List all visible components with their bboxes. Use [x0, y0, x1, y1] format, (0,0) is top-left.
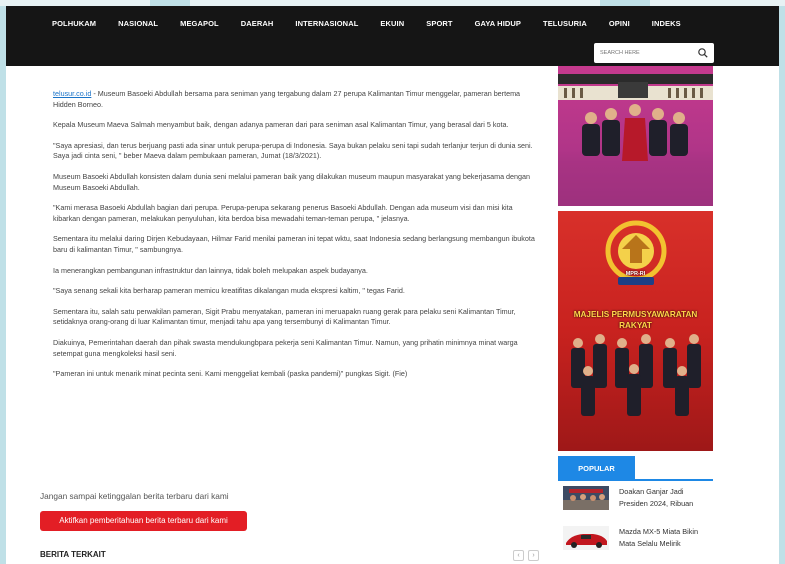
tab-popular[interactable]: POPULAR	[558, 456, 635, 481]
related-next-button[interactable]: ›	[528, 550, 539, 561]
article-paragraph: "Kami merasa Basoeki Abdullah bagian dar…	[53, 203, 513, 223]
ad-banner-mpr[interactable]: MAJELIS PERMUSYAWARATAN RAKYAT MPR-RI	[558, 211, 713, 451]
nav-ekuin[interactable]: EKUIN	[380, 19, 404, 28]
nav-opini[interactable]: OPINI	[609, 19, 630, 28]
nav-sport[interactable]: SPORT	[426, 19, 452, 28]
article-paragraph-text: - Museum Basoeki Abdullah bersama para s…	[53, 89, 521, 109]
ad-banner-top[interactable]	[558, 66, 713, 206]
mpr-title: MAJELIS PERMUSYAWARATAN RAKYAT	[573, 310, 698, 330]
nav-telusuria[interactable]: TELUSURIA	[543, 19, 587, 28]
nav-nasional[interactable]: NASIONAL	[118, 19, 158, 28]
popular-thumbnail	[563, 486, 609, 510]
ad-group-photo	[558, 74, 713, 206]
nav-internasional[interactable]: INTERNASIONAL	[295, 19, 358, 28]
nav-gaya-hidup[interactable]: GAYA HIDUP	[475, 19, 521, 28]
popular-header: POPULAR	[558, 456, 713, 481]
right-edge	[779, 6, 785, 564]
popular-title[interactable]: Doakan Ganjar Jadi Presiden 2024, Ribuan	[619, 486, 713, 510]
nav-megapol[interactable]: MEGAPOL	[180, 19, 219, 28]
mpr-emblem	[571, 220, 701, 416]
search-icon[interactable]	[697, 47, 709, 59]
popular-item[interactable]: Mazda MX-5 Miata Bikin Mata Selalu Melir…	[563, 526, 713, 556]
article-paragraph: Ia menerangkan pembangunan infrastruktur…	[53, 265, 368, 275]
article-paragraph: telusur.co.id - Museum Basoeki Abdullah …	[53, 89, 538, 110]
source-link[interactable]: telusur.co.id	[53, 89, 91, 98]
nav-daerah[interactable]: DAERAH	[241, 19, 274, 28]
popular-thumbnail	[563, 526, 609, 550]
article-paragraph: Diakuinya, Pemerintahan daerah dan pihak…	[53, 337, 518, 358]
notify-text: Jangan sampai ketinggalan berita terbaru…	[40, 491, 229, 501]
article-paragraph: Sementara itu, salah satu perwakilan pam…	[53, 306, 516, 327]
popular-item[interactable]: Doakan Ganjar Jadi Presiden 2024, Ribuan	[563, 486, 713, 516]
article-paragraph: Kepala Museum Maeva Salmah menyambut bai…	[53, 120, 509, 130]
related-news-title: BERITA TERKAIT	[40, 550, 106, 559]
article-paragraph: "Saya apresiasi, dan terus berjuang past…	[53, 140, 533, 161]
site-header: POLHUKAM NASIONAL MEGAPOL DAERAH INTERNA…	[6, 6, 779, 66]
mpr-badge: MPR-RI	[625, 271, 646, 277]
article-paragraph: Museum Basoeki Abdullah konsisten dalam …	[53, 171, 531, 192]
search-box	[594, 43, 714, 63]
article-paragraph: Sementara itu melalui daring Dirjen Kebu…	[53, 234, 535, 254]
nav-polhukam[interactable]: POLHUKAM	[52, 19, 96, 28]
enable-notifications-button[interactable]: Aktifkan pemberitahuan berita terbaru da…	[40, 511, 247, 531]
main-nav: POLHUKAM NASIONAL MEGAPOL DAERAH INTERNA…	[52, 19, 703, 28]
article-paragraph: "Pameran ini untuk menarik minat pecinta…	[53, 369, 408, 379]
article-body: telusur.co.id - Museum Basoeki Abdullah …	[53, 89, 538, 390]
related-prev-button[interactable]: ‹	[513, 550, 524, 561]
left-edge	[0, 6, 6, 564]
article-paragraph: "Saya senang sekali kita berharap pamera…	[53, 286, 405, 296]
search-input[interactable]	[600, 47, 690, 59]
popular-title[interactable]: Mazda MX-5 Miata Bikin Mata Selalu Melir…	[619, 526, 713, 550]
nav-indeks[interactable]: INDEKS	[652, 19, 681, 28]
